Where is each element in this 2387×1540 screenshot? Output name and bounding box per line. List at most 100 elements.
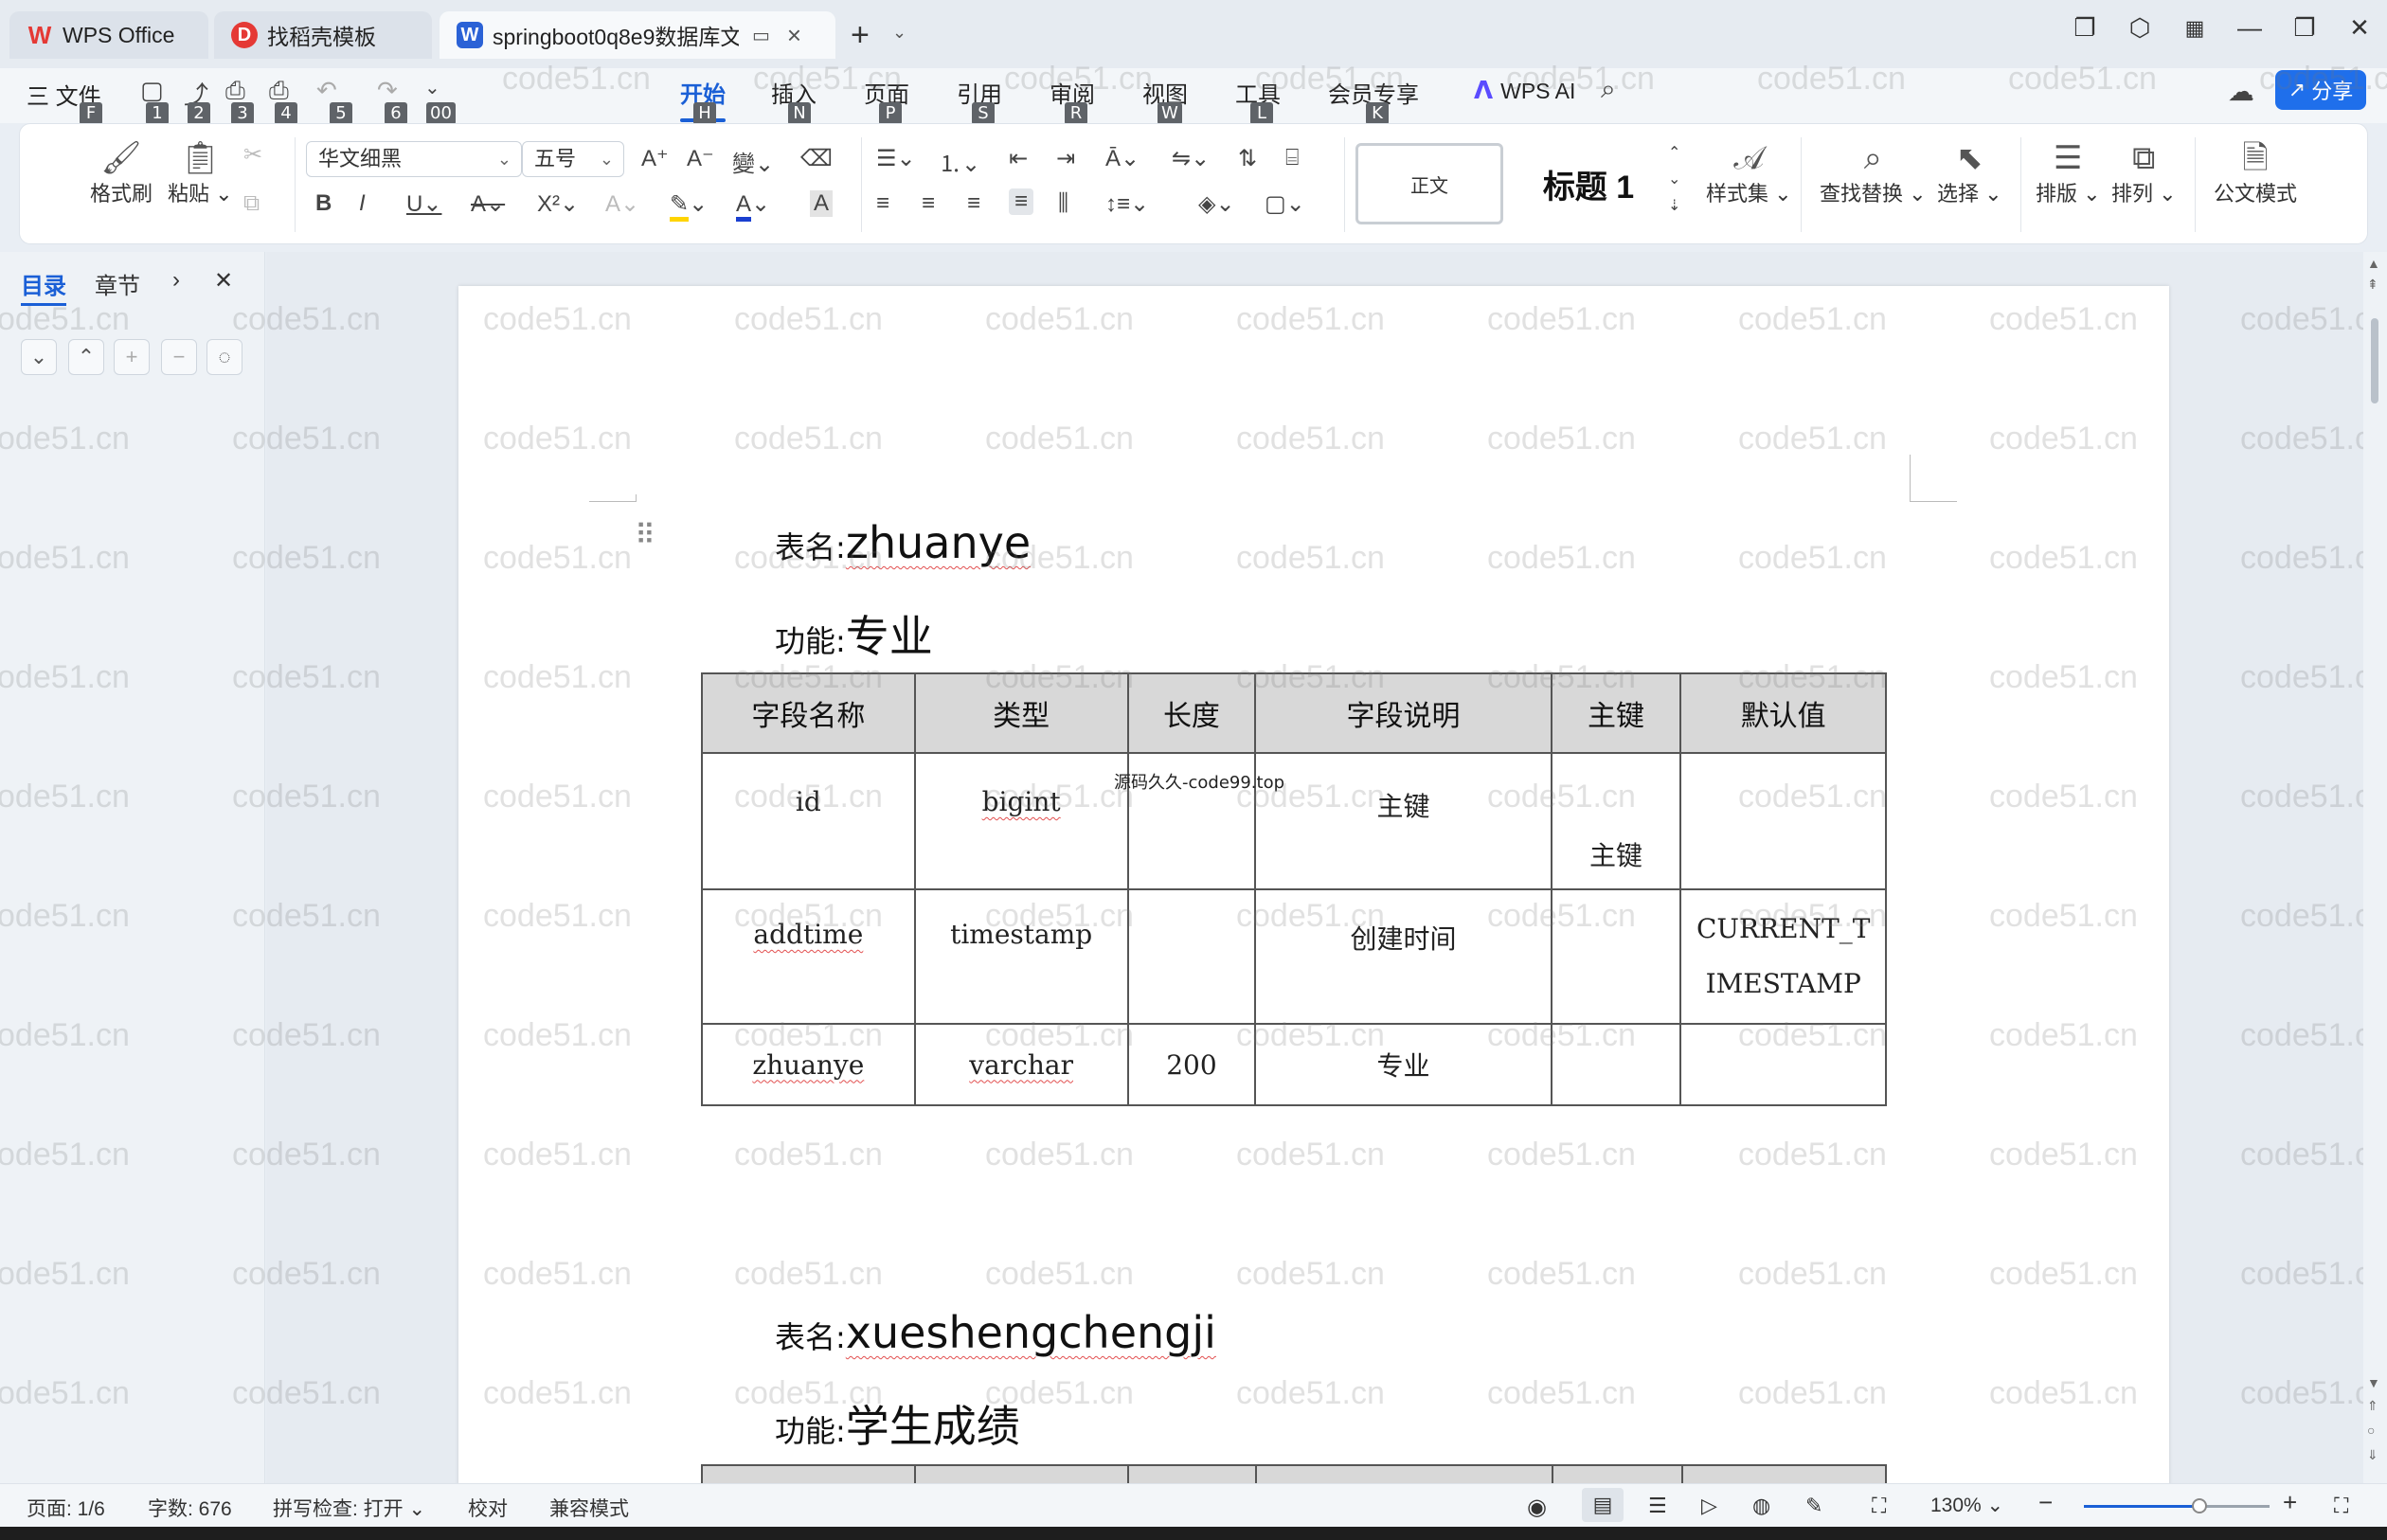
eye-icon[interactable]: ◉ [1527,1494,1547,1521]
underline-icon[interactable]: U⌄ [406,190,441,218]
table-cell[interactable]: bigint [913,752,1129,890]
copy-icon[interactable]: ⧉ [243,190,260,217]
find-replace-button[interactable]: ⌕ 查找替换 ⌄ [1820,139,1927,207]
paste-button[interactable]: 📋︎ 粘贴 ⌄ [168,139,233,207]
line-spacing-icon[interactable]: ↕≡⌄ [1105,190,1149,218]
pen-icon[interactable]: ✎ [1805,1494,1822,1518]
arrange-button[interactable]: ⧉ 排列 ⌄ [2111,139,2177,207]
table-cell[interactable]: 200 [1126,1023,1257,1106]
style-scroll-down-icon[interactable]: ⌄ [1668,170,1680,188]
select-button[interactable]: ⬉ 选择 ⌄ [1937,139,2002,207]
char-shading-icon[interactable]: A [810,190,834,217]
share-button[interactable]: ↗ 分享 [2275,70,2366,110]
show-marks-icon[interactable]: ⌸ [1285,145,1299,171]
distributed-icon[interactable]: ⫼ [1058,190,1068,217]
font-size-select[interactable]: 五号 ⌄ [522,141,624,177]
superscript-icon[interactable]: X²⌄ [537,190,579,218]
table-cell[interactable]: timestamp [913,888,1129,1025]
align-center-icon[interactable]: ≡ [922,190,935,217]
table-cell[interactable]: zhuanye [701,1023,916,1106]
style-set-button[interactable]: 𝒜 样式集 ⌄ [1706,139,1792,207]
style-heading-1[interactable]: 标题 1 [1513,143,1664,224]
table-cell[interactable]: CURRENT_TIMESTAMP [1679,888,1887,1025]
numbering-icon[interactable]: ⒈⌄ [939,145,980,178]
cube-icon[interactable]: ⬡ [2112,13,2167,43]
save-icon[interactable]: ▢ [140,76,164,105]
play-icon[interactable]: ▷ [1701,1494,1717,1518]
table-cell[interactable]: addtime [701,888,916,1025]
text-direction-icon[interactable]: ⇋⌄ [1172,145,1210,172]
align-left-icon[interactable]: ≡ [876,190,889,217]
chevron-down-icon[interactable]: ⌄ [21,339,57,375]
proofread-button[interactable]: 校对 [468,1494,508,1522]
chinese-layout-icon[interactable]: Ā⌄ [1105,145,1140,172]
table-cell[interactable] [1550,888,1682,1025]
grow-font-icon[interactable]: A⁺ [641,145,669,172]
undo-icon[interactable]: ↶ [316,76,337,105]
table-cell[interactable] [1679,1023,1887,1106]
table-cell[interactable]: 主键 [1550,752,1682,890]
chevron-down-icon[interactable]: ⌄ [892,23,906,43]
redo-icon[interactable]: ↷ [377,76,398,105]
tab-docer-templates[interactable]: D 找稻壳模板 [214,11,432,59]
page-indicator[interactable]: 页面: 1/6 [27,1494,105,1522]
tab-list-icon[interactable]: ❐ [2057,13,2112,43]
chevron-right-icon[interactable]: › [172,267,180,294]
shrink-font-icon[interactable]: A⁻ [687,145,714,172]
remove-heading-icon[interactable]: − [161,339,197,375]
spell-check-toggle[interactable]: 拼写检查: 打开 ⌄ [273,1494,425,1522]
bold-icon[interactable]: B [315,190,332,217]
fit-page-icon[interactable]: ⛶ [1872,1494,1886,1518]
new-tab-icon[interactable]: + [851,17,870,54]
table-cell[interactable] [1126,888,1257,1025]
close-pane-icon[interactable]: ✕ [214,267,233,295]
next-page-icon[interactable]: ⇓ [2367,1447,2378,1463]
borders-icon[interactable]: ▢⌄ [1265,190,1305,218]
drag-handle-icon[interactable]: ⠿ [635,519,655,552]
increase-indent-icon[interactable]: ⇥ [1056,145,1075,172]
eraser-icon[interactable]: ⌫ [800,145,833,172]
zoom-level[interactable]: 130% ⌄ [1930,1494,2003,1517]
cut-icon[interactable]: ✂ [243,141,262,169]
strikethrough-icon[interactable]: A⌄ [471,190,505,218]
tab-current-document[interactable]: W springboot0q8e9数据库文档 ▭ × [440,11,835,59]
table-cell[interactable]: 创建时间 [1254,888,1552,1025]
fill-color-icon[interactable]: ◈⌄ [1198,190,1235,218]
highlight-icon[interactable]: ✎⌄ [670,190,708,222]
font-name-select[interactable]: 华文细黑 ⌄ [306,141,522,177]
prev-page-icon[interactable]: ⇑ [2367,1398,2378,1414]
scroll-down-icon[interactable]: ▼ [2367,1375,2380,1390]
minimize-icon[interactable]: — [2222,13,2277,43]
typeset-button[interactable]: ☰ 排版 ⌄ [2036,139,2101,207]
page-view-icon[interactable]: ▤ [1582,1488,1624,1522]
table-cell[interactable]: id [701,752,916,890]
table-cell[interactable]: varchar [913,1023,1129,1106]
decrease-indent-icon[interactable]: ⇤ [1009,145,1028,172]
style-normal[interactable]: 正文 [1355,143,1503,224]
chevron-up-icon[interactable]: ⌃ [68,339,104,375]
close-window-icon[interactable]: ✕ [2332,13,2387,43]
vertical-scrollbar[interactable]: ▲ ⇞ ▼ ⇑ ○ ⇓ [2363,252,2387,1483]
table-cell[interactable] [1550,1023,1682,1106]
avatar[interactable]: ▦ [2167,16,2222,41]
select-browse-icon[interactable]: ○ [2367,1423,2375,1438]
sort-icon[interactable]: ⇅ [1238,145,1257,172]
chevron-down-icon[interactable]: ⌄ [424,76,440,99]
zoom-slider[interactable] [2084,1498,2270,1513]
add-heading-icon[interactable]: + [114,339,150,375]
fullscreen-icon[interactable]: ⛶ [2334,1494,2348,1518]
tab-toc[interactable]: 目录 [21,267,66,306]
page-up-icon[interactable]: ⇞ [2367,277,2378,293]
table-cell[interactable]: 专业 [1254,1023,1552,1106]
tab-wps-office[interactable]: W WPS Office [9,11,208,59]
zoom-slider-knob[interactable] [2191,1498,2207,1513]
style-expand-icon[interactable]: ⇣ [1668,196,1680,215]
web-view-icon[interactable]: ◍ [1752,1494,1770,1518]
toc-settings-icon[interactable]: ◌ [206,339,242,375]
tab-chapter[interactable]: 章节 [95,267,140,300]
search-icon[interactable]: ⌕ [1601,74,1616,105]
table-cell[interactable]: 主键 [1254,752,1552,890]
scroll-up-icon[interactable]: ▲ [2367,256,2380,271]
wps-ai-button[interactable]: ᐱ WPS AI [1474,76,1575,105]
device-icon[interactable]: ▭ [752,24,770,47]
